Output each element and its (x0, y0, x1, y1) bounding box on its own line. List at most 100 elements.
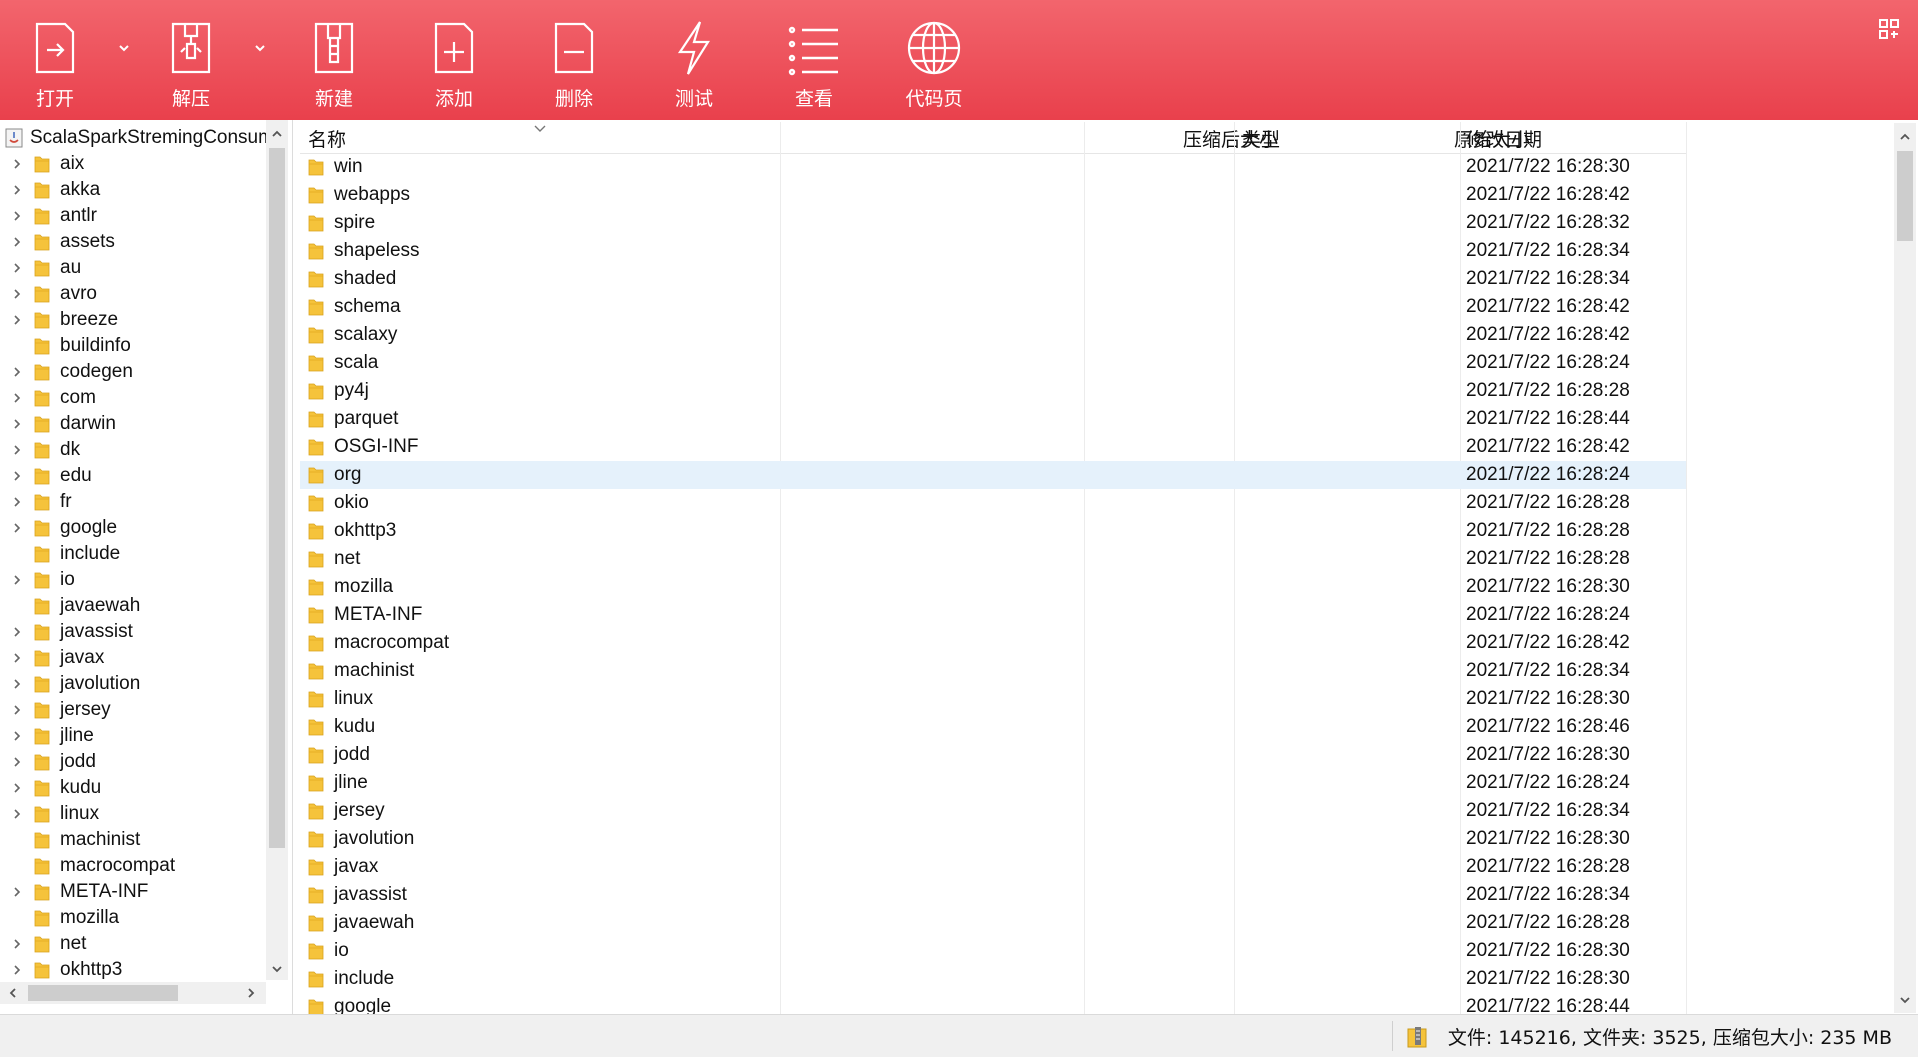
tree-expander[interactable] (0, 262, 34, 274)
codepage-button[interactable]: 代码页 (886, 18, 982, 114)
tree-item-machinist[interactable]: machinist (0, 827, 264, 853)
list-vertical-scrollbar[interactable] (1894, 123, 1916, 1013)
tree-item-javax[interactable]: javax (0, 645, 264, 671)
tree-item-jline[interactable]: jline (0, 723, 264, 749)
view-button[interactable]: 查看 (766, 18, 862, 114)
tree-expander[interactable] (0, 496, 34, 508)
scroll-up-arrow[interactable] (266, 123, 288, 145)
list-row[interactable]: shapeless 2021/7/22 16:28:34 (300, 237, 1686, 265)
tree-root[interactable]: ScalaSparkStremingConsumer (4, 126, 266, 150)
tree-expander[interactable] (0, 418, 34, 430)
scroll-down-arrow[interactable] (1894, 989, 1916, 1011)
column-header-modified[interactable]: 修改日期 (1466, 123, 1542, 153)
list-row[interactable]: machinist 2021/7/22 16:28:34 (300, 657, 1686, 685)
list-row[interactable]: parquet 2021/7/22 16:28:44 (300, 405, 1686, 433)
tree-item-include[interactable]: include (0, 541, 264, 567)
list-row[interactable]: py4j 2021/7/22 16:28:28 (300, 377, 1686, 405)
tree-expander[interactable] (0, 184, 34, 196)
add-button[interactable]: 添加 (406, 18, 502, 114)
tree-item-jodd[interactable]: jodd (0, 749, 264, 775)
tree-item-io[interactable]: io (0, 567, 264, 593)
scroll-down-arrow[interactable] (266, 958, 288, 980)
window-layout-icon[interactable] (1878, 18, 1900, 40)
list-row[interactable]: schema 2021/7/22 16:28:42 (300, 293, 1686, 321)
scroll-right-arrow[interactable] (240, 982, 262, 1004)
tree-item-darwin[interactable]: darwin (0, 411, 264, 437)
tree-expander[interactable] (0, 964, 34, 976)
tree-item-macrocompat[interactable]: macrocompat (0, 853, 264, 879)
tree-item-assets[interactable]: assets (0, 229, 264, 255)
scroll-thumb[interactable] (269, 148, 285, 848)
list-row[interactable]: javaewah 2021/7/22 16:28:28 (300, 909, 1686, 937)
tree-expander[interactable] (0, 522, 34, 534)
tree-item-google[interactable]: google (0, 515, 264, 541)
list-row[interactable]: mozilla 2021/7/22 16:28:30 (300, 573, 1686, 601)
tree-item-buildinfo[interactable]: buildinfo (0, 333, 264, 359)
list-row[interactable]: linux 2021/7/22 16:28:30 (300, 685, 1686, 713)
file-list[interactable]: 名称 压缩后大小 原始大小 类型 修改日期 win 2021/7/22 16:28… (300, 120, 1918, 1014)
list-row[interactable]: shaded 2021/7/22 16:28:34 (300, 265, 1686, 293)
tree-expander[interactable] (0, 652, 34, 664)
tree-item-meta-inf[interactable]: META-INF (0, 879, 264, 905)
tree-item-javaewah[interactable]: javaewah (0, 593, 264, 619)
folder-tree[interactable]: ScalaSparkStremingConsumer aix akka antlr a… (0, 120, 293, 1014)
open-button[interactable]: 打开 (7, 18, 103, 114)
scroll-thumb[interactable] (1897, 151, 1913, 241)
tree-item-net[interactable]: net (0, 931, 264, 957)
list-row[interactable]: scalaxy 2021/7/22 16:28:42 (300, 321, 1686, 349)
list-row[interactable]: okhttp3 2021/7/22 16:28:28 (300, 517, 1686, 545)
tree-item-akka[interactable]: akka (0, 177, 264, 203)
tree-expander[interactable] (0, 314, 34, 326)
tree-expander[interactable] (0, 470, 34, 482)
tree-item-au[interactable]: au (0, 255, 264, 281)
tree-vertical-scrollbar[interactable] (266, 120, 288, 980)
list-row[interactable]: spire 2021/7/22 16:28:32 (300, 209, 1686, 237)
tree-expander[interactable] (0, 886, 34, 898)
tree-item-dk[interactable]: dk (0, 437, 264, 463)
test-button[interactable]: 测试 (646, 18, 742, 114)
list-row[interactable]: okio 2021/7/22 16:28:28 (300, 489, 1686, 517)
list-row[interactable]: jline 2021/7/22 16:28:24 (300, 769, 1686, 797)
list-row[interactable]: javax 2021/7/22 16:28:28 (300, 853, 1686, 881)
list-row[interactable]: win 2021/7/22 16:28:30 (300, 153, 1686, 181)
list-row[interactable]: scala 2021/7/22 16:28:24 (300, 349, 1686, 377)
tree-expander[interactable] (0, 366, 34, 378)
tree-item-avro[interactable]: avro (0, 281, 264, 307)
list-row[interactable]: jersey 2021/7/22 16:28:34 (300, 797, 1686, 825)
tree-expander[interactable] (0, 626, 34, 638)
tree-expander[interactable] (0, 392, 34, 404)
tree-expander[interactable] (0, 938, 34, 950)
list-row[interactable]: macrocompat 2021/7/22 16:28:42 (300, 629, 1686, 657)
tree-expander[interactable] (0, 236, 34, 248)
tree-expander[interactable] (0, 678, 34, 690)
list-row[interactable]: google 2021/7/22 16:28:44 (300, 993, 1686, 1014)
column-divider[interactable] (1686, 122, 1687, 1014)
column-header-name[interactable]: 名称 (308, 123, 346, 153)
tree-expander[interactable] (0, 444, 34, 456)
extract-dropdown-arrow[interactable] (250, 38, 270, 58)
tree-item-kudu[interactable]: kudu (0, 775, 264, 801)
open-dropdown-arrow[interactable] (114, 38, 134, 58)
tree-item-mozilla[interactable]: mozilla (0, 905, 264, 931)
list-row[interactable]: javolution 2021/7/22 16:28:30 (300, 825, 1686, 853)
list-row[interactable]: jodd 2021/7/22 16:28:30 (300, 741, 1686, 769)
column-header-type[interactable]: 类型 (1242, 123, 1280, 153)
tree-item-com[interactable]: com (0, 385, 264, 411)
tree-item-edu[interactable]: edu (0, 463, 264, 489)
tree-expander[interactable] (0, 808, 34, 820)
tree-item-breeze[interactable]: breeze (0, 307, 264, 333)
tree-expander[interactable] (0, 158, 34, 170)
tree-item-linux[interactable]: linux (0, 801, 264, 827)
list-row[interactable]: org 2021/7/22 16:28:24 (300, 461, 1686, 489)
tree-item-codegen[interactable]: codegen (0, 359, 264, 385)
list-row[interactable]: webapps 2021/7/22 16:28:42 (300, 181, 1686, 209)
tree-expander[interactable] (0, 756, 34, 768)
extract-button[interactable]: 解压 (143, 18, 239, 114)
tree-item-fr[interactable]: fr (0, 489, 264, 515)
tree-item-javassist[interactable]: javassist (0, 619, 264, 645)
tree-horizontal-scrollbar[interactable] (0, 982, 266, 1004)
tree-item-javolution[interactable]: javolution (0, 671, 264, 697)
tree-expander[interactable] (0, 730, 34, 742)
tree-item-antlr[interactable]: antlr (0, 203, 264, 229)
tree-expander[interactable] (0, 288, 34, 300)
